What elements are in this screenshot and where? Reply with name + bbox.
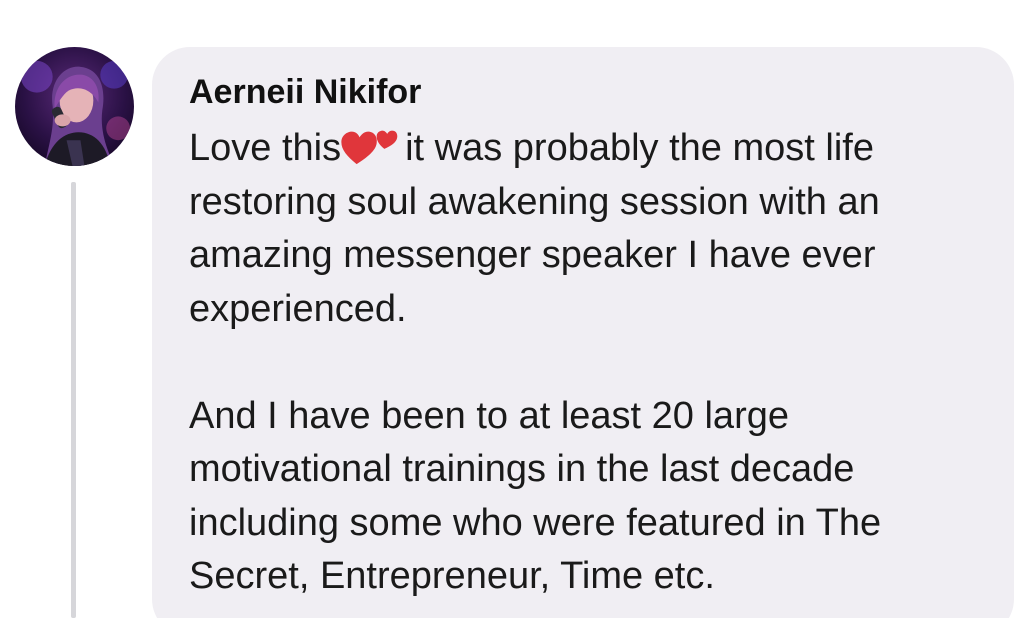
comment-line: motivational trainings in the last decad… — [189, 448, 855, 490]
thread-line — [71, 182, 76, 618]
comment-author-name[interactable]: Aerneii Nikifor — [189, 70, 421, 114]
comment-body: Love this it was probably the most life … — [189, 122, 999, 604]
comment-line: experienced. — [189, 287, 407, 330]
comment-line: amazing messenger speaker I have ever — [189, 234, 876, 276]
comment-line-text: it was probably the most life — [405, 127, 874, 169]
comment-line: And I have been to at least 20 large — [189, 394, 789, 437]
comment-line: Love this it was probably the most life — [189, 122, 999, 176]
avatar-image — [15, 47, 134, 166]
two-hearts-icon — [341, 124, 399, 166]
comment-line-text: Love this — [189, 127, 342, 169]
avatar[interactable] — [15, 47, 134, 166]
comment-thread: Aerneii Nikifor Love this it was probabl… — [0, 0, 1027, 618]
comment-line: restoring soul awakening session with an — [189, 180, 880, 223]
comment-line: Secret, Entrepreneur, Time etc. — [189, 555, 715, 597]
comment-line: including some who were featured in The — [189, 501, 882, 544]
